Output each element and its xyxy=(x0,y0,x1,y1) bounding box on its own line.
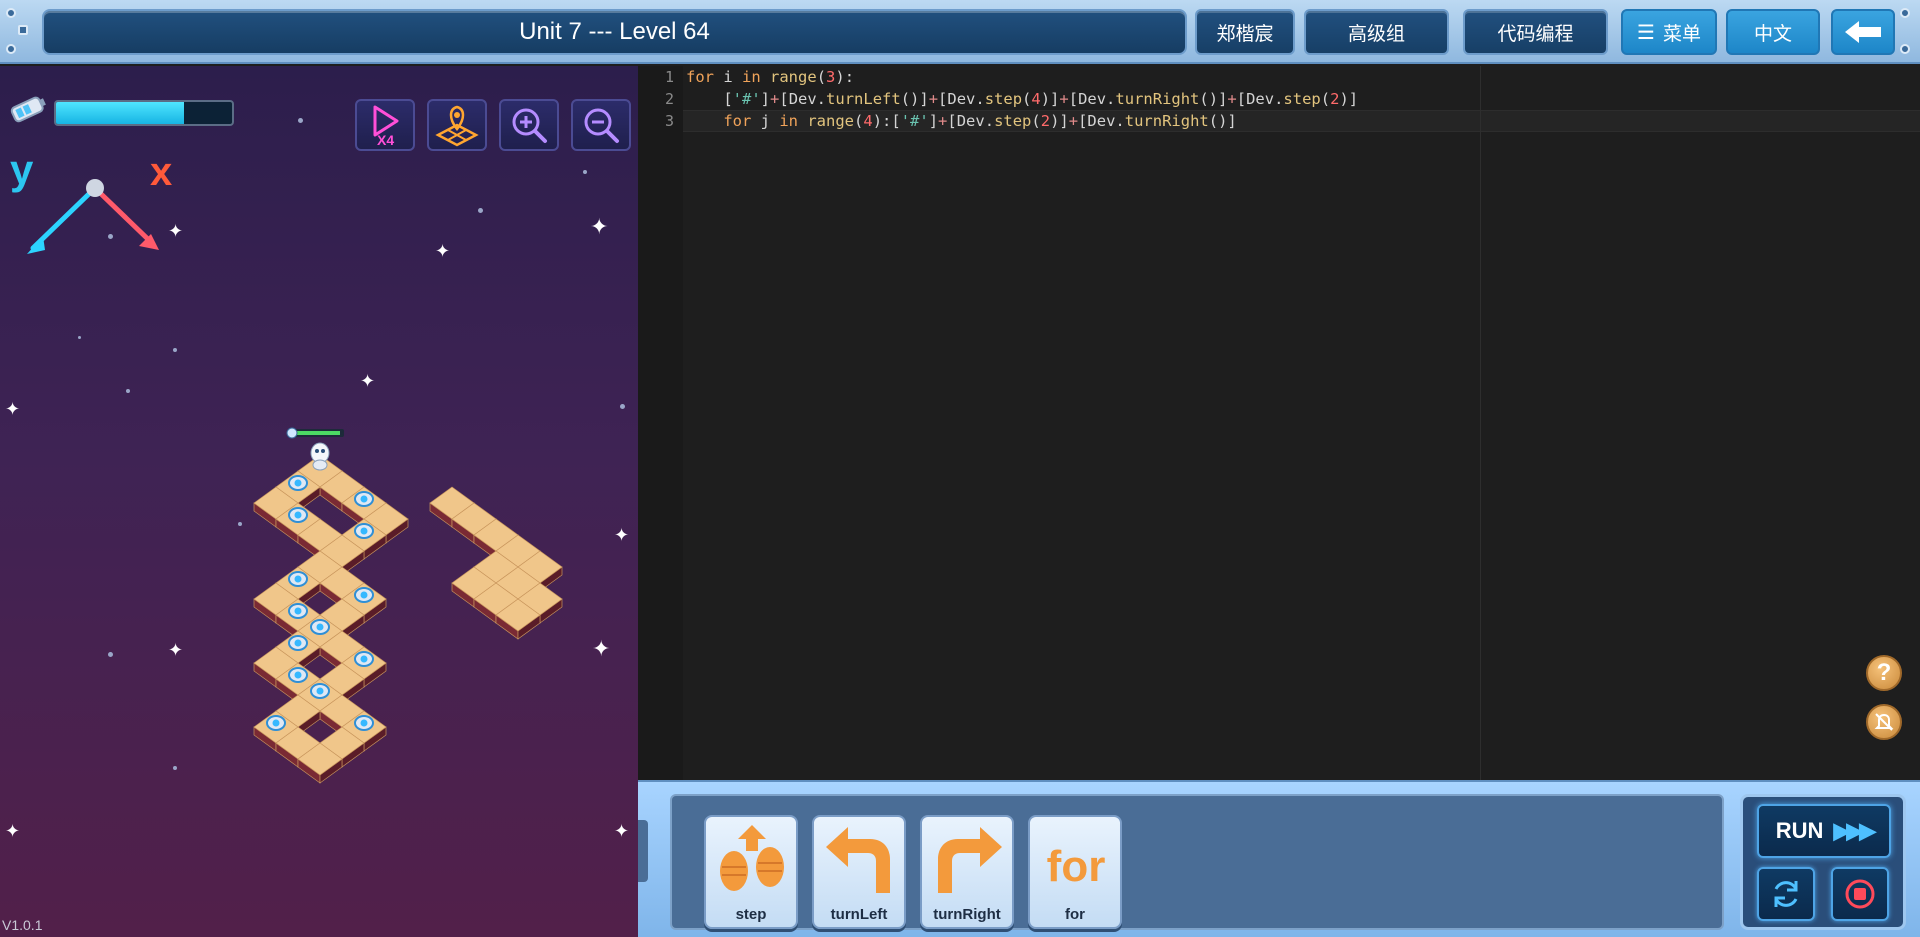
turn-left-block-label: turnLeft xyxy=(830,906,888,923)
stop-icon xyxy=(1845,879,1875,909)
battery-cell-core xyxy=(360,495,368,503)
for-block[interactable]: for for xyxy=(1028,815,1122,929)
mute-button[interactable] xyxy=(1866,704,1902,740)
code-line[interactable]: ['#']+[Dev.turnLeft()]+[Dev.step(4)]+[De… xyxy=(686,88,1358,110)
screw-decoration xyxy=(6,8,16,18)
blocks-panel: step turnLeft turnRight for for RUN ▶▶▶ xyxy=(638,780,1920,937)
svg-text:for: for xyxy=(1047,842,1106,891)
language-button[interactable]: 中文 xyxy=(1726,9,1820,55)
line-number: 3 xyxy=(664,112,674,130)
battery-cell-core xyxy=(272,719,280,727)
code-line[interactable]: for j in range(4):['#']+[Dev.step(2)]+[D… xyxy=(686,110,1236,132)
panel-tab[interactable] xyxy=(638,820,648,882)
back-button[interactable] xyxy=(1831,9,1895,55)
reset-button[interactable] xyxy=(1757,867,1815,921)
list-icon: ☰ xyxy=(1637,20,1655,44)
turn-right-block[interactable]: turnRight xyxy=(920,815,1014,929)
for-loop-icon: for xyxy=(1047,842,1106,891)
code-editor[interactable]: 1 2 3 for i in range(3): ['#']+[Dev.turn… xyxy=(638,66,1920,780)
battery-cell-core xyxy=(294,607,302,615)
turn-right-arrow-icon xyxy=(938,827,1002,893)
step-block-label: step xyxy=(735,906,767,923)
battery-cell-core xyxy=(360,527,368,535)
turn-right-block-label: turnRight xyxy=(933,906,1001,923)
step-block[interactable]: step xyxy=(704,815,798,929)
code-line[interactable]: for i in range(3): xyxy=(686,66,854,88)
user-name-label: 郑楷宸 xyxy=(1216,22,1274,45)
battery-cell-core xyxy=(316,623,324,631)
line-gutter: 1 2 3 xyxy=(638,66,683,780)
screw-decoration xyxy=(1900,44,1910,54)
user-name-button[interactable]: 郑楷宸 xyxy=(1195,9,1295,55)
battery-cell-core xyxy=(294,479,302,487)
fast-forward-icon: ▶▶▶ xyxy=(1833,818,1876,843)
turn-left-arrow-icon xyxy=(826,827,890,893)
block-palette: step turnLeft turnRight for for xyxy=(670,794,1724,930)
bell-off-icon xyxy=(1874,713,1894,731)
level-title-text: Unit 7 --- Level 64 xyxy=(519,18,710,45)
battery-cell-core xyxy=(294,639,302,647)
run-label: RUN xyxy=(1775,818,1824,843)
for-block-label: for xyxy=(1065,906,1085,923)
top-bar: Unit 7 --- Level 64 郑楷宸 高级组 代码编程 ☰ 菜单 中文 xyxy=(0,0,1920,64)
screw-decoration xyxy=(18,25,28,35)
line-number: 2 xyxy=(664,90,674,108)
back-arrow-icon xyxy=(1845,21,1881,43)
run-button[interactable]: RUN ▶▶▶ xyxy=(1757,804,1891,858)
battery-cell-core xyxy=(294,511,302,519)
battery-cell-core xyxy=(294,575,302,583)
help-button[interactable]: ? xyxy=(1866,655,1902,691)
battery-cell-core xyxy=(360,719,368,727)
robot-character xyxy=(286,427,344,471)
run-controls: RUN ▶▶▶ xyxy=(1740,794,1906,930)
battery-cell-core xyxy=(360,591,368,599)
language-label: 中文 xyxy=(1753,22,1792,45)
print-margin xyxy=(1480,66,1481,780)
stop-button[interactable] xyxy=(1831,867,1889,921)
menu-button[interactable]: ☰ 菜单 xyxy=(1621,9,1717,55)
question-icon: ? xyxy=(1876,659,1892,686)
menu-label: 菜单 xyxy=(1662,22,1701,45)
battery-cell-core xyxy=(316,687,324,695)
battery-cell-core xyxy=(360,655,368,663)
game-board xyxy=(253,427,563,784)
turn-left-block[interactable]: turnLeft xyxy=(812,815,906,929)
battery-cell-core xyxy=(294,671,302,679)
screw-decoration xyxy=(1900,8,1910,18)
mode-button[interactable]: 代码编程 xyxy=(1463,9,1608,55)
mode-label: 代码编程 xyxy=(1497,22,1574,45)
group-button[interactable]: 高级组 xyxy=(1304,9,1449,55)
version-label: V1.0.1 xyxy=(2,917,43,933)
game-panel[interactable]: ✦ ✦ ✦ ✦ ✦ ✦ ✦ ✦ ✦ ✦ X4 y x V1.0.1 xyxy=(0,66,638,937)
level-title: Unit 7 --- Level 64 xyxy=(42,9,1187,55)
line-number: 1 xyxy=(664,68,674,86)
group-label: 高级组 xyxy=(1347,22,1405,45)
refresh-icon xyxy=(1774,881,1798,907)
footsteps-icon xyxy=(720,825,784,891)
screw-decoration xyxy=(6,44,16,54)
